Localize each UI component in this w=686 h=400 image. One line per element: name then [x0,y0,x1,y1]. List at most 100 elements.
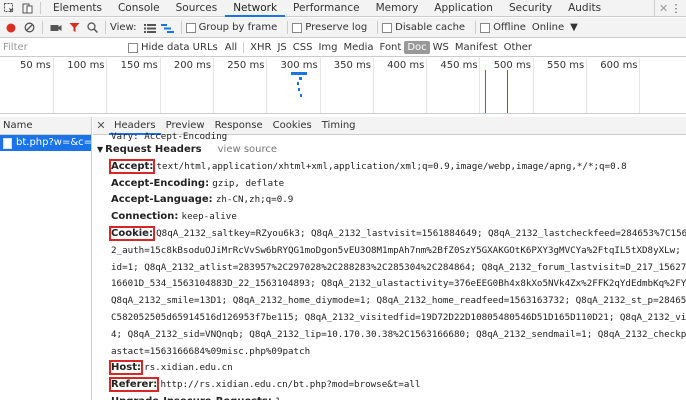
divider [475,21,477,34]
request-header-row: id=1; Q8qA_2132_atlist=283957%2C297028%2… [97,260,686,277]
timeline-tick-label: 600 ms [600,60,638,71]
clear-icon[interactable] [20,19,38,37]
filter-type-ws[interactable]: WS [430,41,452,54]
header-value: C582052505d65914516d126953f7be115; Q8qA_… [111,311,686,323]
offline-checkbox[interactable]: Offline [480,22,526,33]
header-value: zh-CN,zh;q=0.9 [215,194,294,206]
timeline-tick-label: 450 ms [440,60,478,71]
large-rows-icon[interactable] [141,19,159,37]
header-value: 1 [275,396,281,400]
request-header-row: 16601D_534_1563104883D_22_1563104893; Q8… [97,276,686,293]
timeline-tick-label: 300 ms [280,60,318,71]
timeline-gridline [53,58,54,113]
filter-type-doc[interactable]: Doc [404,41,430,54]
request-row-selected[interactable]: bt.php?w=&c=&... [0,135,91,151]
inspect-element-icon[interactable] [0,0,18,17]
hide-data-urls-checkbox[interactable]: Hide data URLs [128,42,218,53]
filter-type-media[interactable]: Media [341,41,377,54]
header-key: Accept-Encoding: [111,177,210,189]
request-list: Name bt.php?w=&c=&... [0,117,92,400]
divider [105,21,106,34]
header-value: http://rs.xidian.edu.cn/bt.php?mod=brows… [160,379,421,391]
header-value: Q8qA_2132_smile=13D1; Q8qA_2132_home_diy… [111,295,686,307]
tab-console[interactable]: Console [110,0,168,17]
filter-type-all[interactable]: All [222,41,240,54]
request-header-row: Upgrade-Insecure-Requests: 1 [97,394,686,400]
tab-sources[interactable]: Sources [168,0,226,17]
header-value: gzip, deflate [212,177,285,189]
video-capture-icon[interactable] [47,19,65,37]
disable-cache-checkbox[interactable]: Disable cache [382,22,465,33]
header-key: Upgrade-Insecure-Requests: [111,396,272,400]
triangle-down-icon: ▼ [97,145,104,154]
filter-type-js[interactable]: JS [274,41,289,54]
timeline-event-marker [485,70,486,113]
timeline-gridline [426,58,428,113]
header-value: 4; Q8qA_2132_sid=VNQnqb; Q8qA_2132_lip=1… [111,328,686,340]
header-value: 2_auth=15c8kBsoduOJiMrRcVvSw6bRYQG1moDgo… [111,244,686,256]
header-key: Accept-Language: [111,194,213,206]
request-name: bt.php?w=&c=&... [16,137,91,148]
header-key: Cookie: [109,225,155,241]
filter-type-xhr[interactable]: XHR [247,41,274,54]
request-detail-pane: ✕ Headers Preview Response Cookies Timing Va… [93,117,686,400]
timeline-tick-label: 50 ms [20,60,51,71]
timeline-gridline [532,58,534,113]
devtools-tabbar: Elements Console Sources Network Performance… [0,0,686,17]
request-headers-section[interactable]: ▼ Request Headers view source [97,142,686,159]
filter-type-img[interactable]: Img [315,41,340,54]
search-icon[interactable] [83,19,101,37]
timeline-tick-label: 400 ms [387,60,425,71]
throttle-select[interactable]: Online [532,22,564,33]
timeline-tick-label: 100 ms [67,60,105,71]
group-by-frame-checkbox[interactable]: Group by frame [185,22,277,33]
divider [243,42,245,53]
header-key: Host: [109,360,143,376]
filter-funnel-icon[interactable] [65,19,83,37]
filter-input[interactable]: Filter [0,40,128,56]
tab-elements[interactable]: Elements [45,0,110,17]
timeline-tick-label: 150 ms [120,60,158,71]
tab-application[interactable]: Application [426,0,501,17]
request-header-row: Accept-Encoding: gzip, deflate [97,176,686,193]
filter-type-css[interactable]: CSS [290,41,316,54]
request-header-row: 2_auth=15c8kBsoduOJiMrRcVvSw6bRYQG1moDgo… [97,243,686,260]
tab-network[interactable]: Network [225,0,286,17]
divider [40,2,41,14]
timeline-gridline [372,58,374,113]
filter-type-font[interactable]: Font [377,41,405,54]
request-header-row: C582052505d65914516d126953f7be115; Q8qA_… [97,310,686,327]
timeline-tick-label: 550 ms [547,60,585,71]
timeline-request-bar [298,88,300,91]
view-label: View: [110,22,137,33]
timeline-overview[interactable]: 50 ms 100 ms 150 ms 200 ms 250 ms 300 ms 350 m… [0,58,686,114]
timeline-tick-label: 200 ms [173,60,212,71]
filter-type-manifest[interactable]: Manifest [452,41,501,54]
view-source-link[interactable]: view source [218,144,277,155]
kebab-menu-icon[interactable]: ⋮ [668,0,684,17]
request-header-row: Cookie: Q8qA_2132_saltkey=RZyou6k3; Q8qA… [97,225,686,243]
close-detail-icon[interactable]: ✕ [93,119,109,132]
header-value: rs.xidian.edu.cn [144,362,233,374]
request-header-row: astact=1563166684%09misc.php%09patch [97,344,686,361]
request-header-row: Q8qA_2132_smile=13D1; Q8qA_2132_home_diy… [97,293,686,310]
timeline-tick-label: 250 ms [227,60,265,71]
timeline-request-bar [291,72,307,75]
device-toolbar-icon[interactable] [18,0,36,17]
header-key: Accept: [108,158,156,174]
request-header-row: Referer: http://rs.xidian.edu.cn/bt.php?… [97,377,686,394]
waterfall-overview-icon[interactable] [159,19,177,37]
name-column-header[interactable]: Name [0,117,91,135]
tab-audits[interactable]: Audits [560,0,609,17]
chevron-down-icon[interactable]: ▼ [570,22,578,33]
tab-memory[interactable]: Memory [368,0,427,17]
tab-security[interactable]: Security [501,0,560,17]
preserve-log-checkbox[interactable]: Preserve log [292,22,367,33]
filter-type-other[interactable]: Other [501,41,535,54]
request-header-row: 4; Q8qA_2132_sid=VNQnqb; Q8qA_2132_lip=1… [97,327,686,344]
record-icon[interactable] [2,19,20,37]
tab-performance[interactable]: Performance [285,0,368,17]
divider [377,21,379,34]
close-icon[interactable]: ✕ [654,0,668,17]
filter-type-buttons: All XHR JS CSS Img Media Font Doc WS Manifest Othe… [222,41,535,54]
